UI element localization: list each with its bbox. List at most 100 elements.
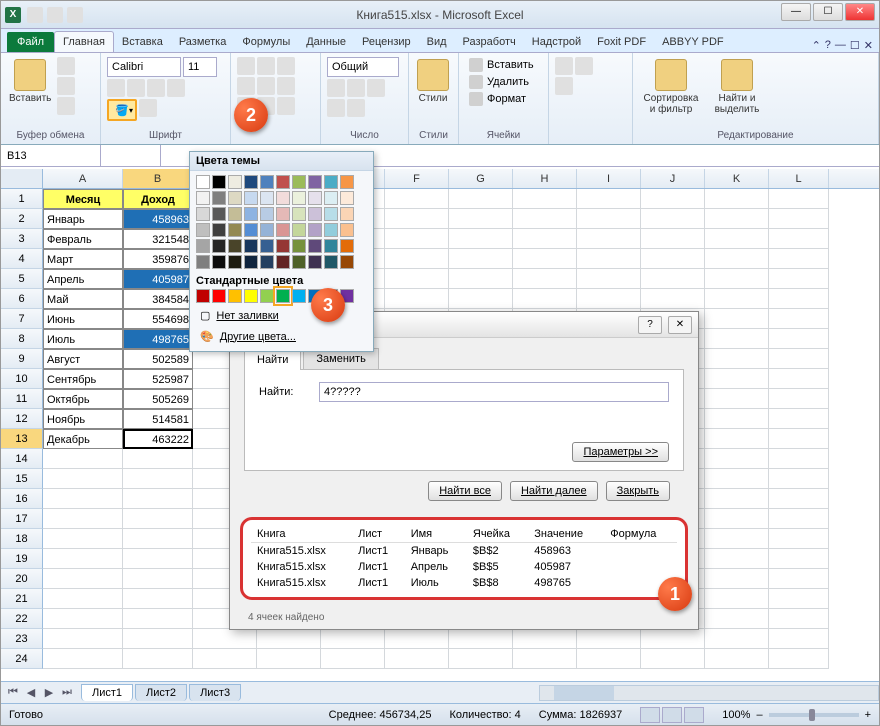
color-swatch[interactable] [228,255,242,269]
cell-A2[interactable]: Январь [43,209,123,229]
col-formula[interactable]: Формула [604,526,677,543]
cell-L19[interactable] [769,549,829,569]
cell-L4[interactable] [769,249,829,269]
clear-icon[interactable] [555,77,573,95]
cell-A5[interactable]: Апрель [43,269,123,289]
color-swatch[interactable] [324,239,338,253]
cell-K21[interactable] [705,589,769,609]
dialog-help-icon[interactable]: ? [638,316,662,334]
inc-decimal-icon[interactable] [327,99,345,117]
cell-F3[interactable] [385,229,449,249]
tab-insert[interactable]: Вставка [114,32,171,52]
row-header[interactable]: 21 [1,589,43,609]
cell-I3[interactable] [577,229,641,249]
color-swatch[interactable] [308,191,322,205]
color-swatch[interactable] [196,207,210,221]
color-swatch[interactable] [244,223,258,237]
sheet-nav-last-icon[interactable]: ⏭ [59,686,75,699]
cell-H6[interactable] [513,289,577,309]
cell-B19[interactable] [123,549,193,569]
color-swatch[interactable] [228,223,242,237]
bold-icon[interactable] [107,79,125,97]
cell-L7[interactable] [769,309,829,329]
cells-delete-button[interactable]: Удалить [465,74,538,90]
doc-min-icon[interactable]: — [835,39,846,52]
row-header[interactable]: 18 [1,529,43,549]
cell-K16[interactable] [705,489,769,509]
name-box[interactable]: B13 [1,145,101,166]
tab-find[interactable]: Найти [244,349,301,370]
cell-B12[interactable]: 514581 [123,409,193,429]
cell-J3[interactable] [641,229,705,249]
color-swatch[interactable] [340,191,354,205]
color-swatch[interactable] [212,223,226,237]
cell-K24[interactable] [705,649,769,669]
color-swatch[interactable] [244,239,258,253]
cell-B10[interactable]: 525987 [123,369,193,389]
cell-F24[interactable] [385,649,449,669]
row-header[interactable]: 19 [1,549,43,569]
cell-L20[interactable] [769,569,829,589]
column-header-J[interactable]: J [641,169,705,188]
cell-E24[interactable] [321,649,385,669]
tab-view[interactable]: Вид [419,32,455,52]
find-result-row[interactable]: Книга515.xlsxЛист1Январь$B$2458963 [251,543,677,560]
cell-B1[interactable]: Доход [123,189,193,209]
tab-data[interactable]: Данные [298,32,354,52]
cell-J1[interactable] [641,189,705,209]
tab-formulas[interactable]: Формулы [234,32,298,52]
color-swatch[interactable] [196,223,210,237]
column-header-H[interactable]: H [513,169,577,188]
color-swatch[interactable] [244,207,258,221]
underline-icon[interactable] [147,79,165,97]
cell-L18[interactable] [769,529,829,549]
autosum-icon[interactable] [555,57,573,75]
save-icon[interactable] [27,7,43,23]
color-swatch[interactable] [324,255,338,269]
cell-L5[interactable] [769,269,829,289]
color-swatch[interactable] [228,175,242,189]
cell-A22[interactable] [43,609,123,629]
cell-L10[interactable] [769,369,829,389]
cell-B15[interactable] [123,469,193,489]
row-header[interactable]: 20 [1,569,43,589]
format-painter-icon[interactable] [57,97,75,115]
cell-I24[interactable] [577,649,641,669]
cell-D24[interactable] [257,649,321,669]
cell-L16[interactable] [769,489,829,509]
color-swatch[interactable] [244,191,258,205]
color-swatch[interactable] [276,239,290,253]
cell-K4[interactable] [705,249,769,269]
cell-L2[interactable] [769,209,829,229]
cell-L3[interactable] [769,229,829,249]
color-swatch[interactable] [308,223,322,237]
color-swatch[interactable] [276,223,290,237]
sort-filter-button[interactable]: Сортировка и фильтр [639,57,703,117]
minimize-ribbon-icon[interactable]: ⌃ [812,39,821,52]
cell-J24[interactable] [641,649,705,669]
cell-K1[interactable] [705,189,769,209]
color-swatch[interactable] [212,191,226,205]
cell-B4[interactable]: 359876 [123,249,193,269]
cell-L21[interactable] [769,589,829,609]
tab-home[interactable]: Главная [54,31,114,52]
cell-F5[interactable] [385,269,449,289]
color-swatch[interactable] [212,207,226,221]
color-swatch[interactable] [292,191,306,205]
cells-insert-button[interactable]: Вставить [465,57,538,73]
row-header[interactable]: 5 [1,269,43,289]
paste-button[interactable]: Вставить [7,57,53,106]
color-swatch[interactable] [196,239,210,253]
color-swatch[interactable] [244,289,258,303]
cell-C24[interactable] [193,649,257,669]
cell-B11[interactable]: 505269 [123,389,193,409]
zoom-level[interactable]: 100% [722,709,750,721]
color-swatch[interactable] [324,223,338,237]
cell-B24[interactable] [123,649,193,669]
cell-A4[interactable]: Март [43,249,123,269]
sheet-tab-3[interactable]: Лист3 [189,684,241,701]
fill-color-button[interactable]: 🪣 [107,99,137,121]
color-swatch[interactable] [276,191,290,205]
tab-review[interactable]: Рецензир [354,32,419,52]
cell-I5[interactable] [577,269,641,289]
